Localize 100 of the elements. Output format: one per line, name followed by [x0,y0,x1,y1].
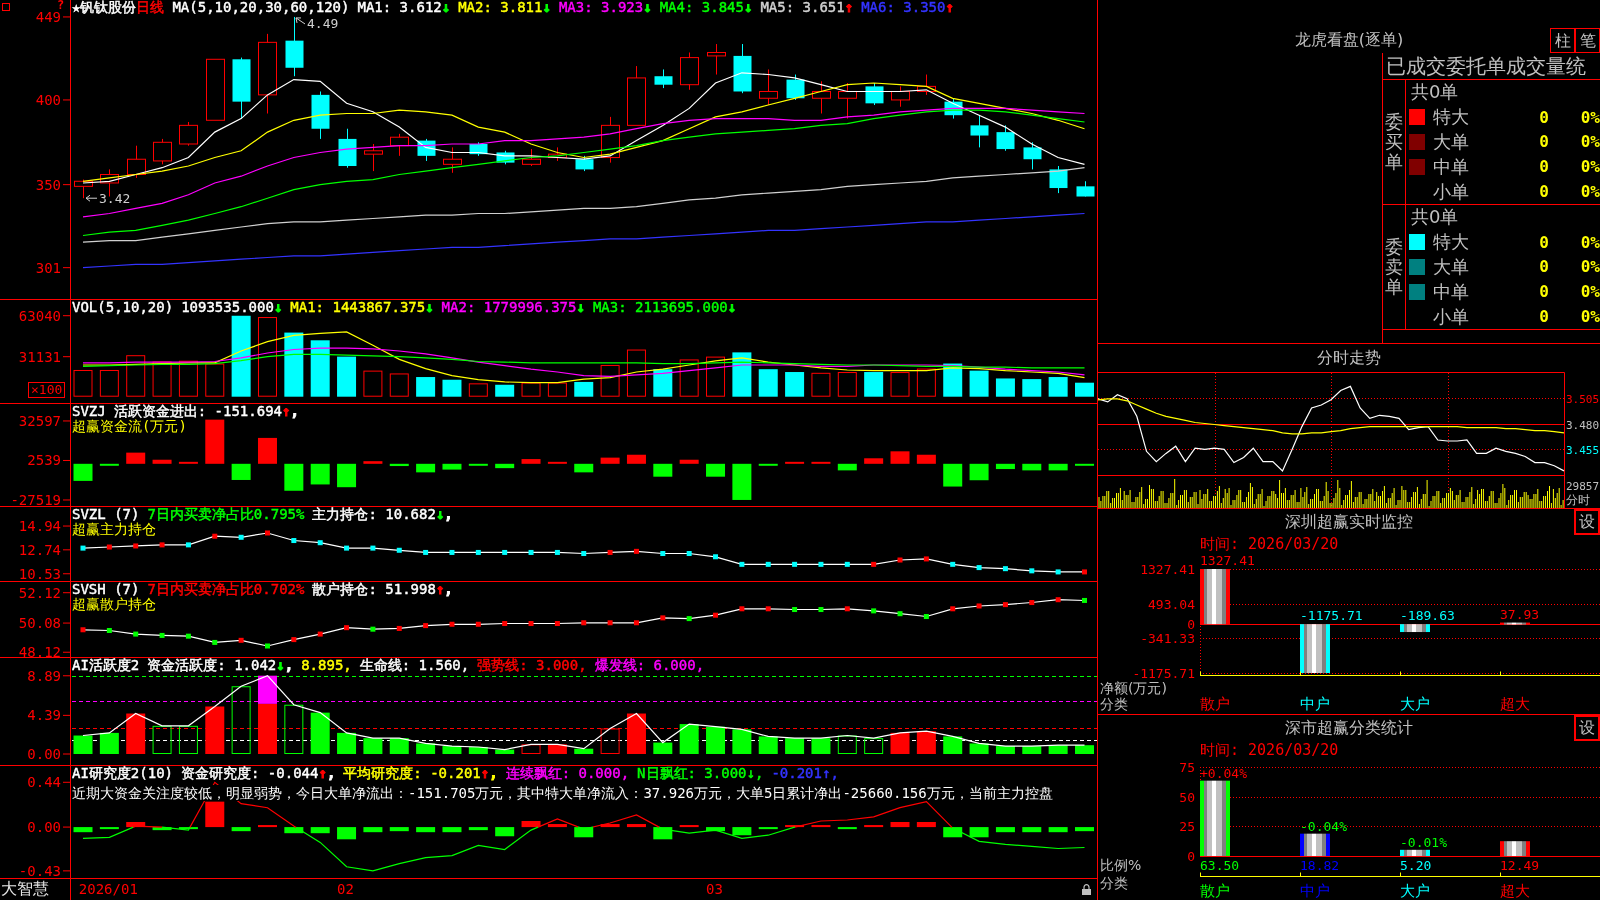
chart-bar [758,827,778,830]
indicator-text: N日飘红: 3.000↓, [637,766,764,781]
data-point-marker [950,606,956,612]
data-point-marker [185,542,191,548]
data-point-marker [423,549,429,555]
candlestick [469,141,488,157]
chart-bar [1075,463,1094,466]
data-point-marker [449,549,455,555]
data-point-marker [950,561,956,567]
axis-title: 净额(万元) [1100,680,1167,696]
order-count: 0 [1539,257,1549,277]
order-share: 0% [1580,257,1600,277]
indicator-text: 爆发线: 6.000, [594,658,705,673]
y-axis-label: 3.455 [1566,443,1600,457]
chart-bar [468,463,488,466]
chart-bar [600,457,620,464]
settings-button[interactable]: 设 [1574,509,1600,535]
chart-bar [758,463,778,466]
chart-bar [442,746,462,754]
chart-bar [126,355,146,397]
data-point-marker [396,625,402,631]
candlestick [812,80,831,114]
chart-bar [73,370,93,397]
data-point-marker [792,561,798,567]
chart-bar [363,738,383,754]
y-axis-label: 50.08 [18,615,61,632]
candlestick [548,146,567,162]
data-point-marker [660,551,666,556]
chart-bar [864,738,884,754]
candlestick [996,124,1015,152]
candlestick [733,43,752,94]
indicator-text: 强势线: 3.000, [477,658,587,673]
data-point-marker [317,631,323,637]
chart-bar [495,384,515,397]
chart-bar [653,827,673,840]
data-point-marker [133,631,139,637]
square-icon [2,3,10,11]
data-point-marker [1055,569,1061,575]
chart-bar [785,461,805,464]
chart-bar [969,827,989,838]
tab[interactable]: 笔 [1575,28,1600,53]
candlestick [127,145,146,179]
data-point-marker [449,621,455,627]
chart-bar [442,463,462,470]
chart-bar [837,735,857,754]
data-point-marker [159,542,165,548]
chart-bar [679,459,699,464]
panel-title: 龙虎看盘(逐单) [1294,31,1404,51]
candlestick [338,128,357,169]
candlestick [786,74,805,101]
tab[interactable]: 柱 [1550,28,1575,53]
candlestick [601,116,620,164]
axis-title: 分类 [1100,696,1128,712]
category-label: 超大 [1500,882,1530,900]
chart-bar [969,743,989,754]
data-point-marker [713,554,719,560]
chart-bar [679,359,699,397]
value-label: -189.63 [1400,608,1455,624]
y-axis-label: -341.33 [1140,631,1195,646]
data-point-marker [185,633,191,639]
data-point-marker [1082,569,1087,575]
chart-bar [310,340,330,397]
candlestick [944,97,963,120]
candlestick [1076,180,1095,197]
data-point-marker [765,561,771,567]
data-point-marker [976,603,982,609]
chart-bar [73,827,93,833]
chart-bar [706,463,726,477]
total-label: 共0单 [1411,207,1459,228]
settings-button[interactable]: 设 [1574,715,1600,741]
data-point-marker [1002,566,1008,572]
chart-bar [758,369,778,397]
chart-bar [363,827,383,833]
chart-bar [284,704,304,754]
chart-bar [916,822,936,828]
arrow-icon [295,17,306,25]
y-axis-label: 3.480 [1566,418,1600,432]
chart-bar [864,372,884,397]
indicator-text: MA3: 2113695.000↓ [592,300,737,315]
analysis-text: 近期大资金关注度较低，明显弱势，今日大单净流出：-151.705万元，其中特大单净流入：37.926万元，大单5日累计净出-25660.156万元，当前主力控盘 [72,785,1053,801]
value-label: 18.82 [1300,858,1340,873]
data-point-marker [106,628,112,633]
chart-bar [943,736,963,754]
indicator-text: 主力持仓: 10.682↓, [312,507,453,522]
y-axis-label: 50 [1179,790,1195,805]
y-axis-label: 52.12 [18,584,61,601]
chart-bar [600,728,620,754]
chart-bar [337,356,357,397]
candlestick [891,85,910,108]
chart-bar [231,827,251,832]
help-mark: ? [57,0,65,11]
data-point-marker [212,639,218,645]
chart-title: 深市超赢分类统计 [1285,719,1413,737]
order-count: 0 [1539,307,1549,327]
chart-bar [152,459,172,464]
y-axis-label: 75 [1179,760,1195,775]
y-axis-label: 400 [35,91,61,108]
chart-bar [547,461,567,464]
chart-bar [916,368,936,397]
indicator-text: MA2: 1779996.375↓ [441,300,585,315]
